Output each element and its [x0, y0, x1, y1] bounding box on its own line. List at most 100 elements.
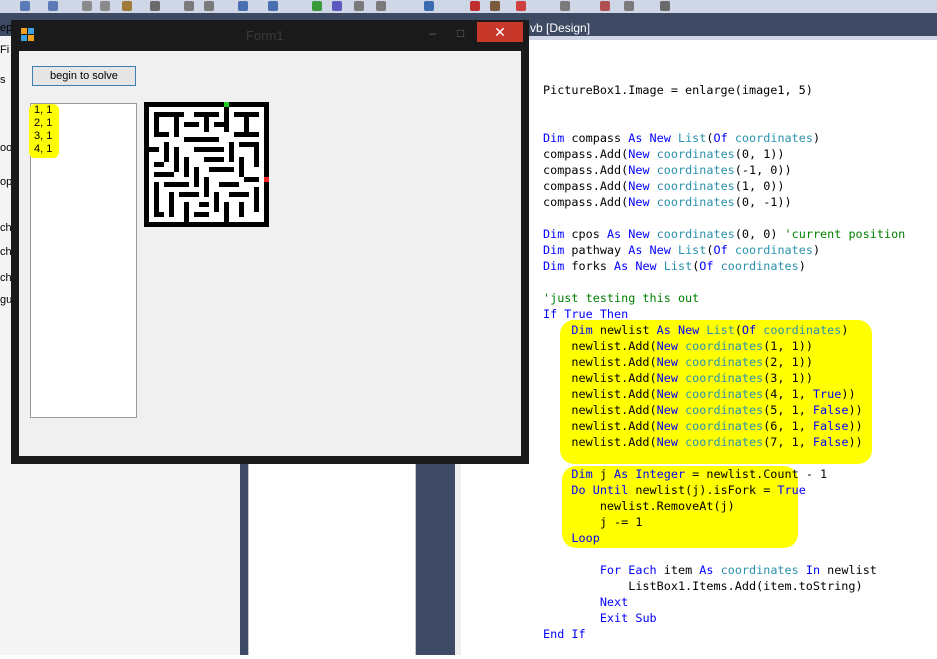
code-token: (1, 0)): [734, 179, 785, 193]
code-line: If True Then: [543, 306, 905, 322]
code-token: cpos: [564, 227, 607, 241]
code-token: As New: [606, 227, 650, 241]
start-icon[interactable]: [312, 1, 322, 11]
code-token: (3, 1)): [763, 371, 813, 385]
code-token: Of: [713, 243, 728, 257]
code-token: True: [777, 483, 806, 497]
toolbox-icon[interactable]: [490, 1, 500, 11]
code-token: compass.Add(: [543, 163, 629, 177]
middle-panel: [248, 460, 416, 655]
code-token: New: [656, 419, 678, 433]
left-panel-label: ch: [0, 246, 12, 258]
code-token: = newlist.Count - 1: [685, 467, 828, 481]
undo-icon[interactable]: [238, 1, 248, 11]
code-token: newlist: [592, 323, 657, 337]
code-token: coordinates: [656, 163, 735, 177]
code-token: Exit Sub: [599, 611, 657, 625]
result-listbox[interactable]: 1, 1 2, 1 3, 1 4, 1: [29, 103, 137, 418]
solution-icon[interactable]: [560, 1, 570, 11]
search-icon[interactable]: [424, 1, 434, 11]
code-token: )): [848, 403, 863, 417]
close-x-icon[interactable]: [470, 1, 480, 11]
code-token: As: [699, 563, 714, 577]
code-token: List: [663, 259, 693, 273]
save-all-icon[interactable]: [48, 1, 58, 11]
redo-icon[interactable]: [268, 1, 278, 11]
code-token: Dim: [571, 323, 593, 337]
code-line: ListBox1.Items.Add(item.toString): [543, 578, 905, 594]
code-token: New: [656, 403, 678, 417]
copy-icon[interactable]: [100, 1, 110, 11]
code-line: Dim pathway As New List(Of coordinates): [543, 242, 905, 258]
stop-icon[interactable]: [332, 1, 342, 11]
left-panel-label: ch: [0, 272, 12, 284]
error-icon[interactable]: [516, 1, 526, 11]
code-token: False: [812, 403, 849, 417]
object-browser-icon[interactable]: [624, 1, 634, 11]
code-token: coordinates: [656, 179, 735, 193]
code-token: newlist.Add(: [543, 435, 657, 449]
list-item[interactable]: 4, 1: [31, 143, 136, 156]
begin-to-solve-button[interactable]: begin to solve: [32, 66, 136, 86]
form1-window[interactable]: Form1 – □ ✕ begin to solve 1, 1 2, 1 3, 14…: [11, 20, 529, 464]
code-text[interactable]: PictureBox1.Image = enlarge(image1, 5) Di…: [543, 82, 905, 642]
list-item[interactable]: 2, 1: [31, 117, 136, 130]
code-token: newlist.Add(: [543, 387, 657, 401]
step-over-icon[interactable]: [376, 1, 386, 11]
outdent-icon[interactable]: [204, 1, 214, 11]
step-icon[interactable]: [354, 1, 364, 11]
properties-icon[interactable]: [600, 1, 610, 11]
list-item[interactable]: 3, 1: [31, 130, 136, 143]
code-token: (: [706, 243, 714, 257]
code-token: Dim: [543, 259, 565, 273]
code-token: Dim: [571, 467, 593, 481]
find-icon[interactable]: [150, 1, 160, 11]
code-token: newlist.Add(: [543, 403, 657, 417]
minimize-icon[interactable]: –: [429, 26, 436, 40]
code-line: Dim forks As New List(Of coordinates): [543, 258, 905, 274]
cut-icon[interactable]: [82, 1, 92, 11]
code-line: 'just testing this out: [543, 290, 905, 306]
left-panel-label: s: [0, 74, 6, 86]
code-token: Dim: [543, 131, 565, 145]
paste-icon[interactable]: [122, 1, 132, 11]
code-token: coordinates: [734, 243, 813, 257]
code-token: Of: [713, 131, 728, 145]
maze-picturebox: [144, 102, 269, 227]
list-item[interactable]: 1, 1: [31, 104, 136, 117]
code-token: List: [677, 243, 707, 257]
code-token: coordinates: [685, 339, 764, 353]
code-line: Loop: [543, 530, 905, 546]
code-token: New: [628, 195, 650, 209]
code-token: ): [812, 131, 821, 145]
code-token: )): [841, 387, 856, 401]
code-token: In: [805, 563, 821, 577]
code-token: New: [656, 339, 678, 353]
code-token: compass: [564, 131, 629, 145]
code-token: As New: [628, 243, 671, 257]
editor-tab-design[interactable]: 1.vb [Design]: [520, 20, 780, 36]
code-token: coordinates: [763, 323, 842, 337]
code-token: ListBox1.Items.Add(item.toString): [543, 579, 863, 593]
code-token: coordinates: [685, 435, 764, 449]
code-token: j: [592, 467, 615, 481]
indent-icon[interactable]: [184, 1, 194, 11]
settings-icon[interactable]: [660, 1, 670, 11]
form-client-area: begin to solve 1, 1 2, 1 3, 1 4, 1: [19, 51, 521, 456]
close-button[interactable]: ✕: [477, 22, 523, 42]
save-icon[interactable]: [20, 1, 30, 11]
code-line: newlist.RemoveAt(j): [543, 498, 905, 514]
code-token: List: [706, 323, 735, 337]
code-token: False: [812, 419, 849, 433]
code-token: pathway: [564, 243, 629, 257]
maximize-icon[interactable]: □: [457, 26, 464, 40]
